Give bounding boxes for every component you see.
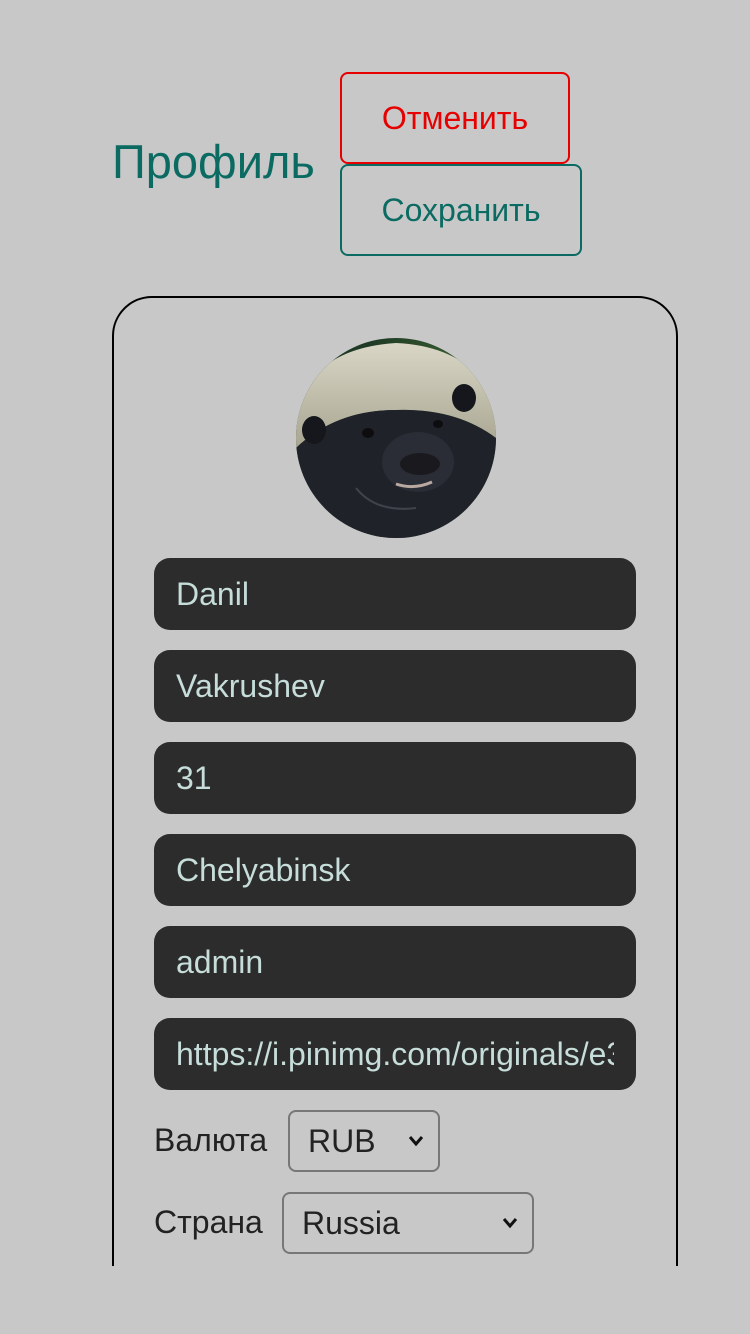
country-select[interactable]: Russia <box>282 1192 534 1254</box>
honey-badger-photo-icon <box>296 338 496 538</box>
page-title: Профиль <box>112 135 315 188</box>
role-field[interactable] <box>154 926 636 998</box>
save-button[interactable]: Сохранить <box>340 164 582 256</box>
country-label: Страна <box>154 1204 263 1240</box>
age-field[interactable] <box>154 742 636 814</box>
city-field[interactable] <box>154 834 636 906</box>
viewport-bottom-edge <box>0 1266 750 1334</box>
cancel-button[interactable]: Отменить <box>340 72 570 164</box>
last-name-field[interactable] <box>154 650 636 722</box>
chevron-down-icon <box>408 1136 424 1147</box>
country-selected-value: Russia <box>302 1204 400 1241</box>
profile-page: Профиль Отменить Сохранить Danil Vakrush… <box>0 0 750 1334</box>
currency-selected-value: RUB <box>308 1122 376 1159</box>
currency-label: Валюта <box>154 1122 268 1158</box>
avatar <box>296 338 496 538</box>
avatar-url-field[interactable] <box>154 1018 636 1090</box>
currency-select[interactable]: RUB <box>288 1110 440 1172</box>
chevron-down-icon <box>502 1218 518 1229</box>
first-name-field[interactable] <box>154 558 636 630</box>
